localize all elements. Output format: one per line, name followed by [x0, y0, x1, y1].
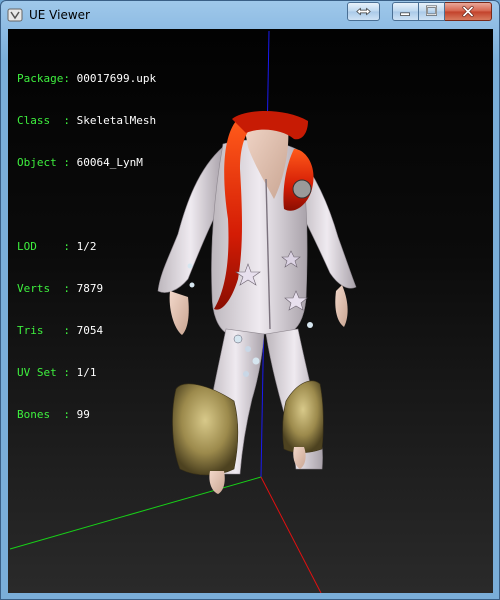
close-button[interactable] — [445, 2, 492, 21]
mesh-info-overlay: Package: 00017699.upk Class : SkeletalMe… — [17, 44, 156, 450]
info-value: 00017699.upk — [76, 72, 157, 85]
info-label: Tris : — [17, 324, 70, 337]
info-value: 1/2 — [76, 240, 97, 253]
info-value: SkeletalMesh — [76, 114, 157, 127]
info-value: 7879 — [76, 282, 104, 295]
y-axis-line — [9, 476, 262, 550]
x-axis-line — [260, 476, 322, 593]
info-row-bones: Bones : 99 — [17, 408, 156, 422]
info-value: 99 — [76, 408, 90, 421]
swap-button[interactable] — [347, 2, 380, 21]
info-value: 7054 — [76, 324, 104, 337]
maximize-button[interactable] — [419, 2, 445, 21]
info-label: Verts : — [17, 282, 70, 295]
ue-viewer-app-icon — [7, 7, 23, 23]
info-label: LOD : — [17, 240, 70, 253]
info-label: Bones : — [17, 408, 70, 421]
minimize-button[interactable] — [392, 2, 419, 21]
info-label: Class : — [17, 114, 70, 127]
info-row-verts: Verts : 7879 — [17, 282, 156, 296]
close-icon — [462, 5, 474, 18]
minimize-icon — [400, 12, 410, 16]
window-title: UE Viewer — [29, 8, 90, 22]
info-row-object: Object : 60064_LynM — [17, 156, 156, 170]
info-row-lod: LOD : 1/2 — [17, 240, 156, 254]
info-label: Package: — [17, 72, 70, 85]
info-row-uvset: UV Set : 1/1 — [17, 366, 156, 380]
info-value: 1/1 — [76, 366, 97, 379]
swap-arrows-icon — [356, 7, 371, 16]
info-row-class: Class : SkeletalMesh — [17, 114, 156, 128]
info-label: UV Set : — [17, 366, 70, 379]
info-value: 60064_LynM — [76, 156, 143, 169]
info-row-package: Package: 00017699.upk — [17, 72, 156, 86]
info-label: Object : — [17, 156, 70, 169]
skeletal-mesh-model — [157, 111, 357, 494]
3d-viewport[interactable]: Package: 00017699.upk Class : SkeletalMe… — [8, 29, 493, 593]
maximize-icon — [426, 5, 437, 16]
info-row-tris: Tris : 7054 — [17, 324, 156, 338]
title-bar[interactable]: UE Viewer — [1, 1, 499, 29]
app-window: UE Viewer Package: 00017699.upk Class: … — [0, 0, 500, 600]
